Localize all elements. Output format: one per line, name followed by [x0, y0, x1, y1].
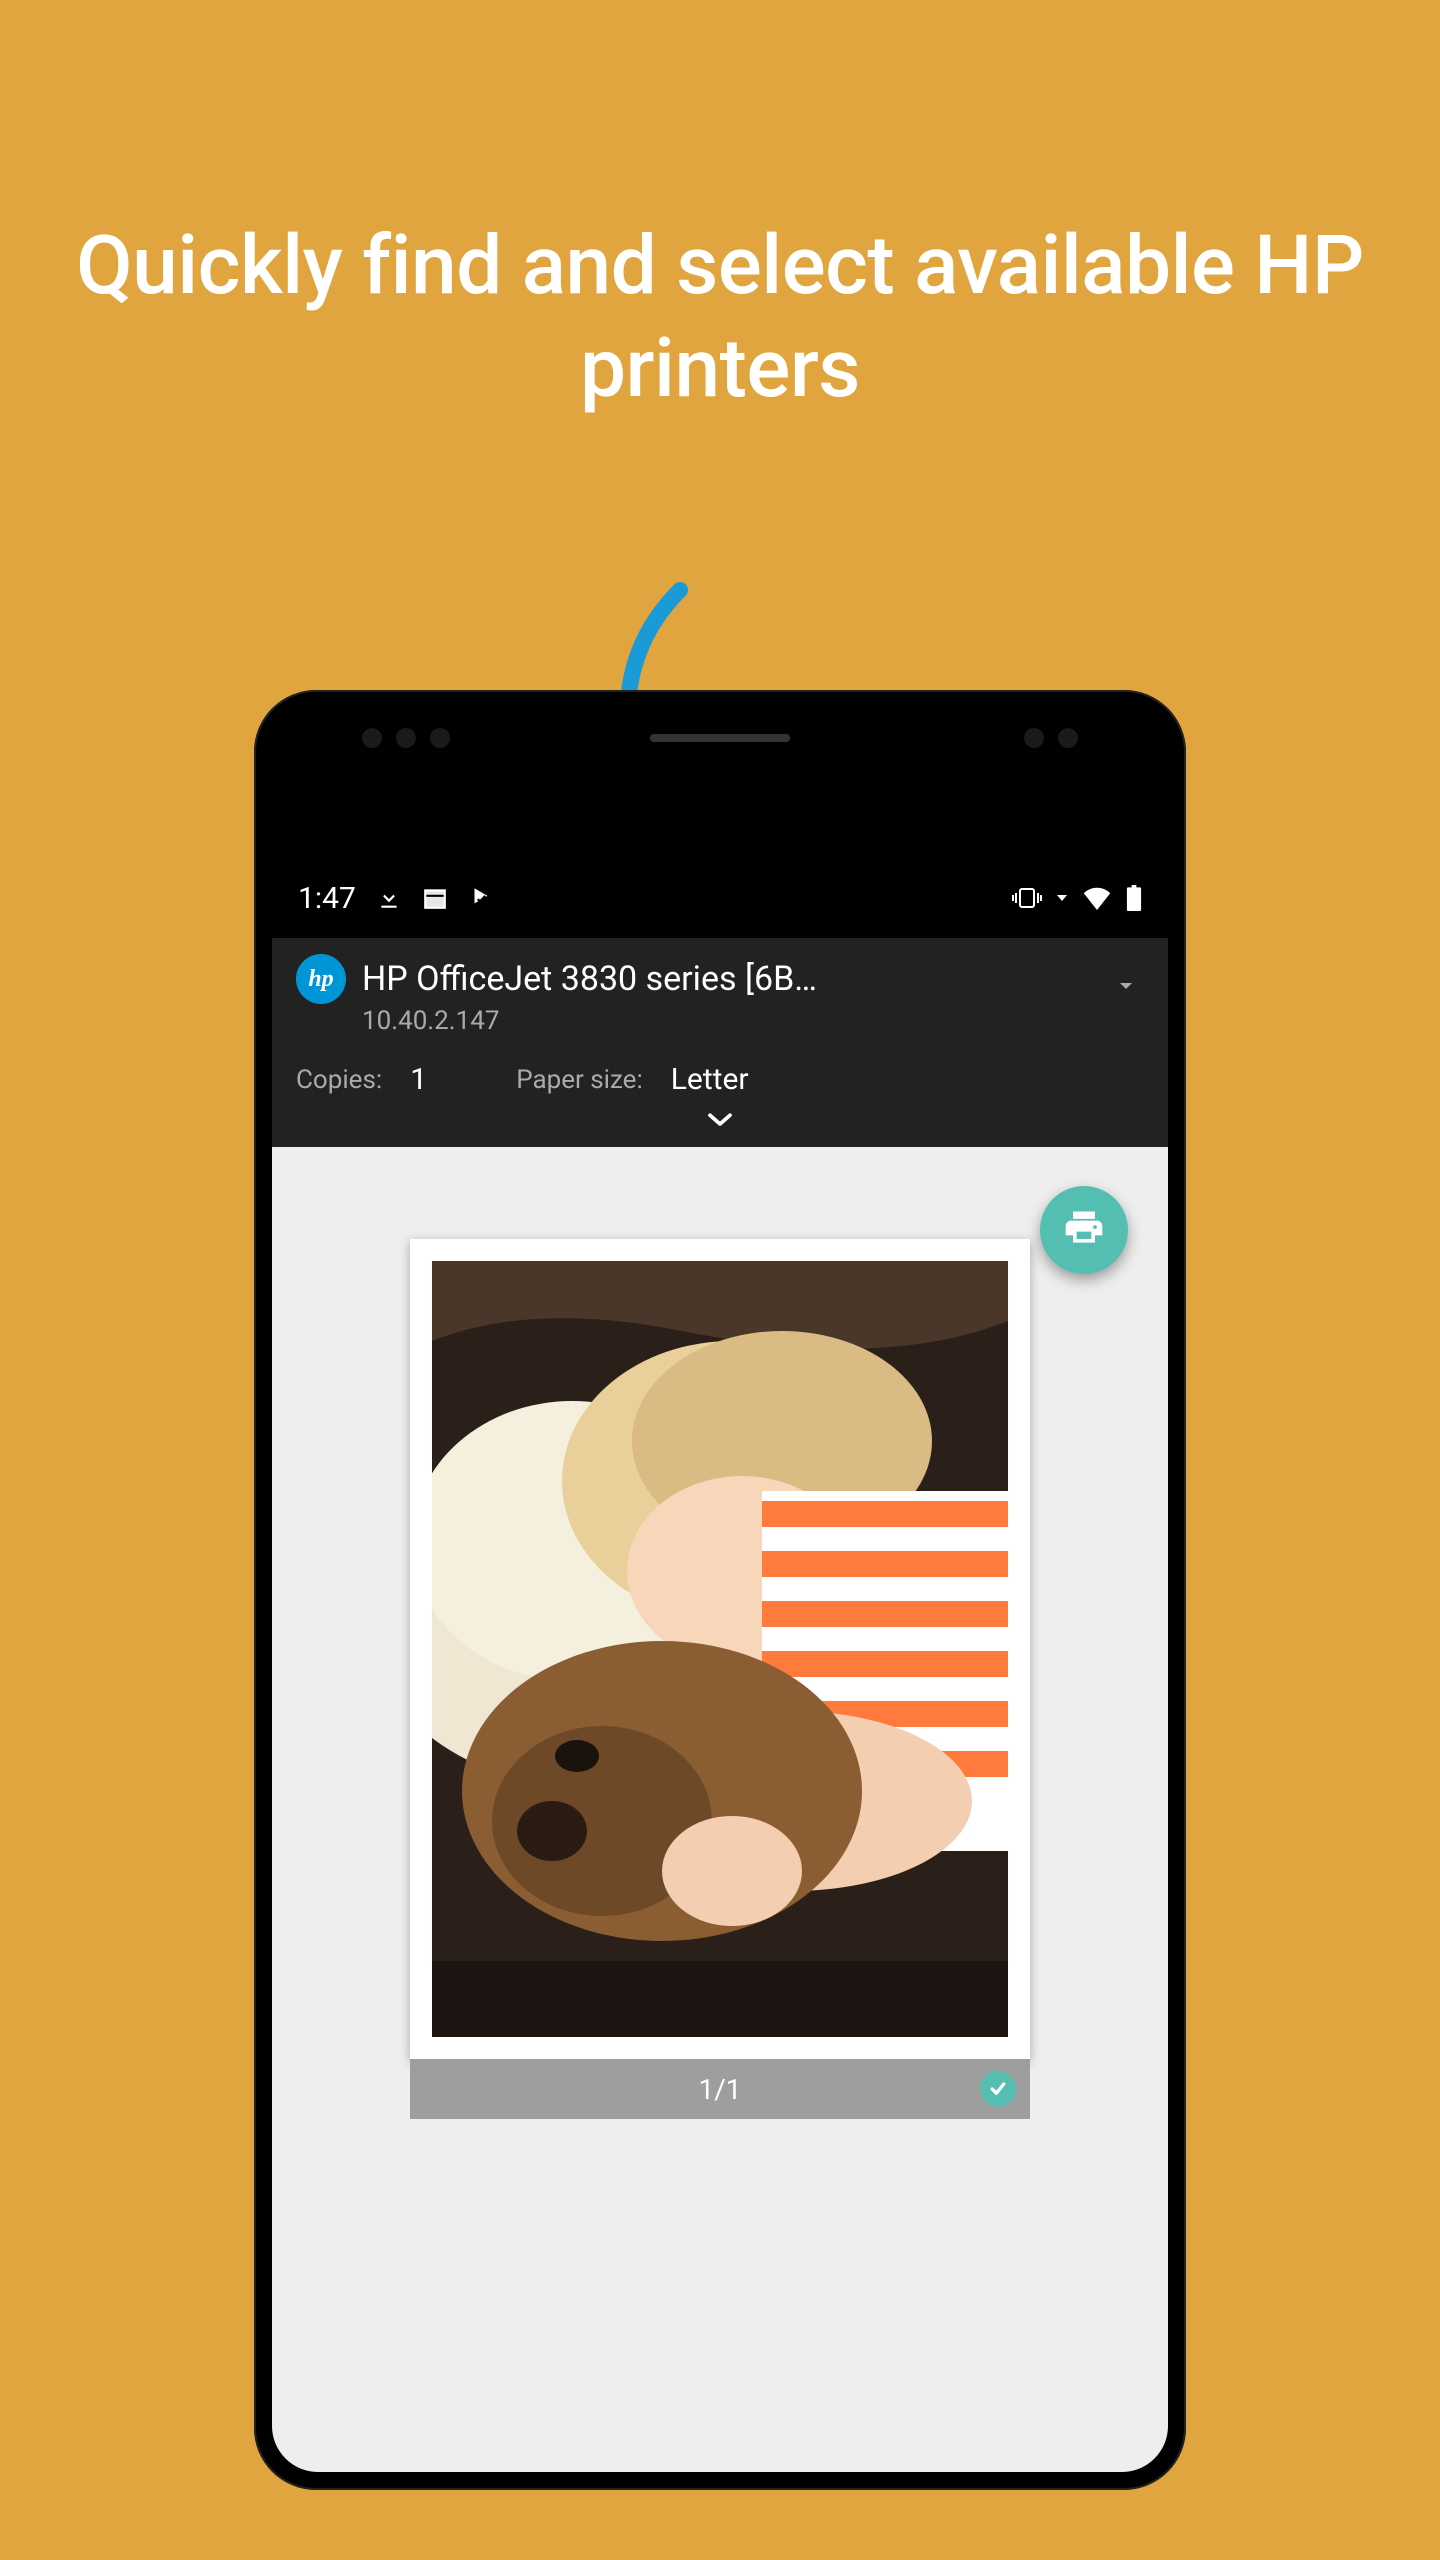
print-settings-row: Copies: 1 Paper size: Letter: [272, 1044, 1168, 1103]
page-counter-bar: 1/1: [410, 2059, 1030, 2119]
dropdown-caret-icon[interactable]: [1114, 974, 1138, 1002]
copies-label: Copies:: [296, 1065, 382, 1095]
printer-selector[interactable]: hp HP OfficeJet 3830 series [6B… 10.40.2…: [272, 938, 1168, 1044]
marketing-headline: Quickly find and select available HP pri…: [0, 0, 1440, 420]
phone-speaker: [650, 734, 790, 742]
phone-sensor-bar: [272, 708, 1168, 768]
status-bar: 1:47: [272, 858, 1168, 938]
page-selected-check-icon[interactable]: [980, 2071, 1016, 2107]
phone-mockup: 1:47: [254, 690, 1186, 2490]
caret-down-icon: [1056, 892, 1068, 904]
expand-settings-button[interactable]: [272, 1103, 1168, 1147]
download-icon: [376, 885, 402, 911]
wifi-icon: [1082, 886, 1112, 910]
printer-name: HP OfficeJet 3830 series [6B…: [362, 959, 817, 999]
calendar-icon: [422, 885, 448, 911]
printer-icon: [1062, 1206, 1106, 1254]
print-fab-button[interactable]: [1040, 1186, 1128, 1274]
page-preview[interactable]: [410, 1239, 1030, 2059]
hp-logo-icon: hp: [296, 954, 346, 1004]
vibrate-icon: [1012, 886, 1042, 910]
copies-value[interactable]: 1: [410, 1062, 440, 1097]
paper-size-label: Paper size:: [516, 1065, 643, 1095]
playprotect-icon: [468, 885, 494, 911]
battery-icon: [1126, 885, 1142, 911]
printer-ip: 10.40.2.147: [362, 1006, 1144, 1036]
preview-photo: [432, 1261, 1008, 2037]
paper-size-value[interactable]: Letter: [671, 1062, 749, 1097]
print-preview-area: 1/1: [272, 1147, 1168, 2472]
page-counter: 1/1: [698, 2073, 741, 2106]
status-time: 1:47: [298, 881, 356, 916]
